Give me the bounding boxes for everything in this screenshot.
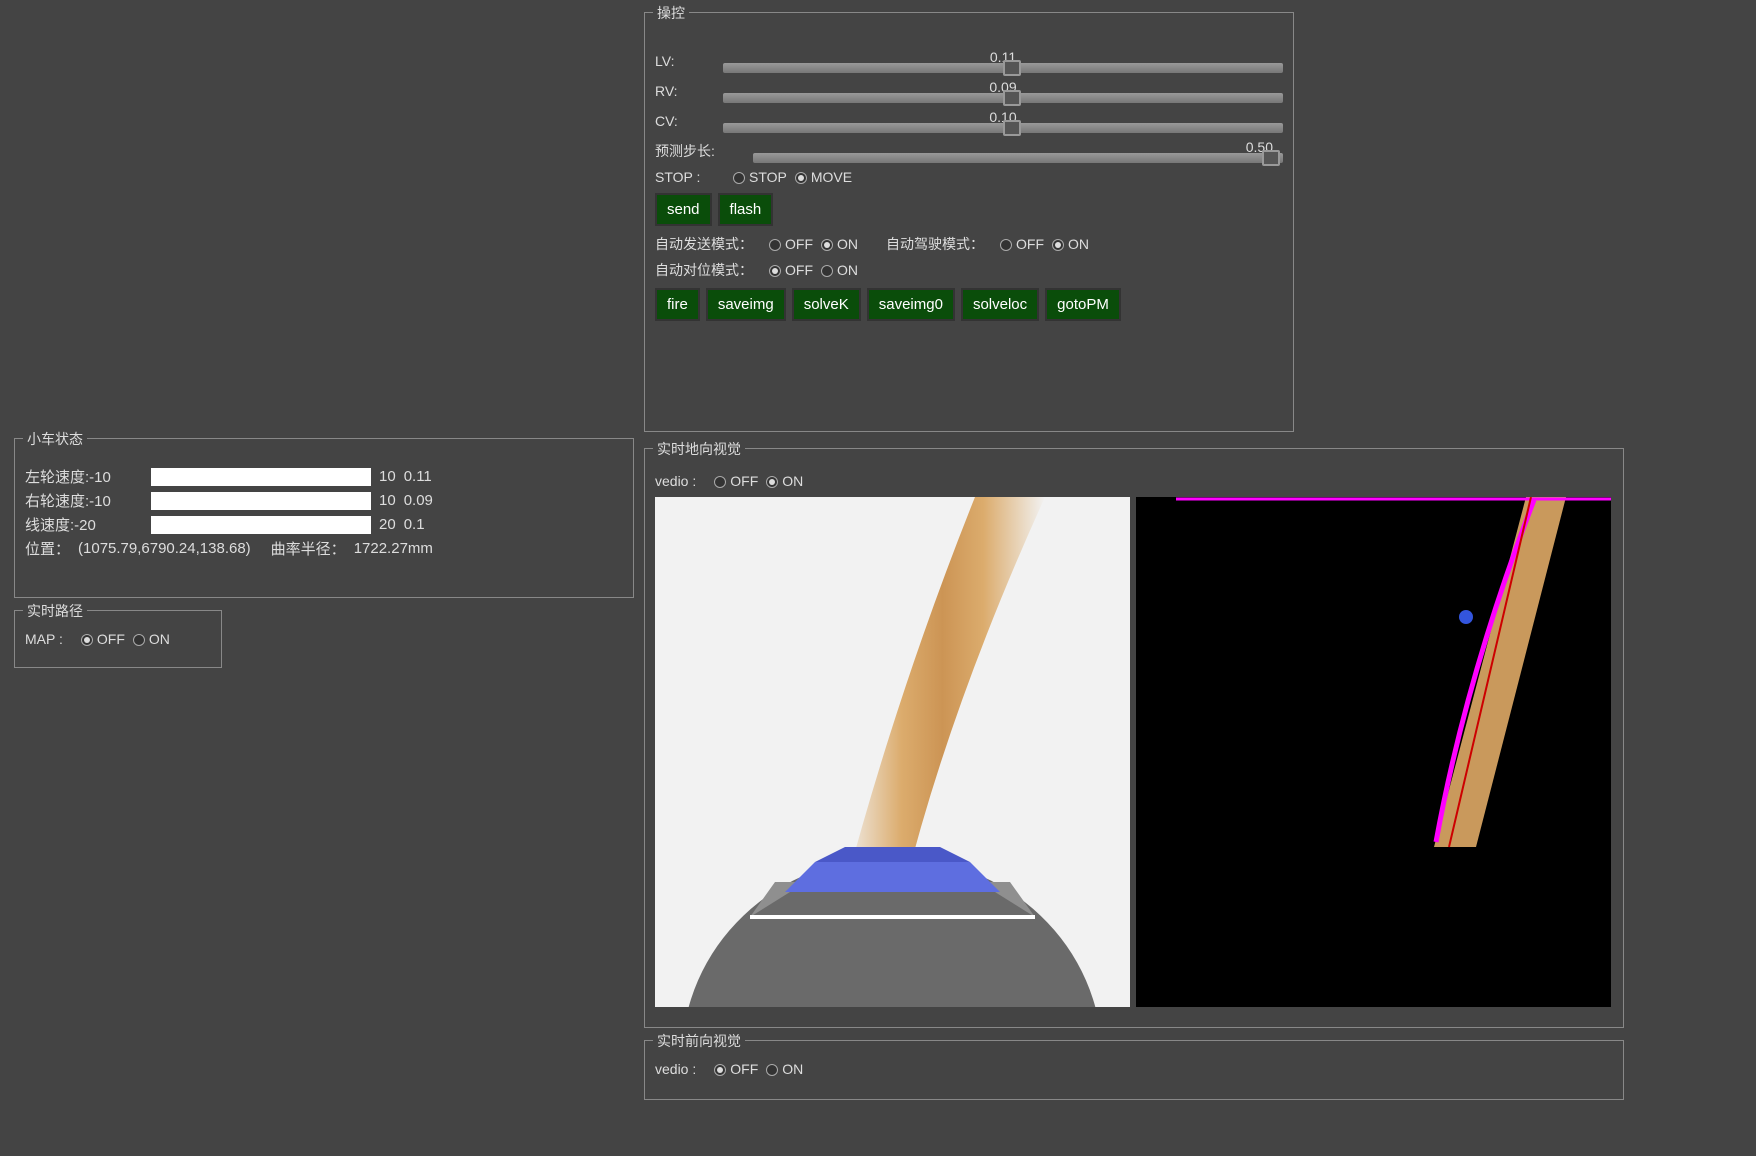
lv-slider[interactable]: 0.11	[723, 49, 1283, 73]
auto-align-row: 自动对位模式： OFF ON	[655, 260, 1283, 280]
saveimg0-button[interactable]: saveimg0	[867, 288, 955, 321]
position-row: 位置： (1075.79,6790.24,138.68) 曲率半径： 1722.…	[25, 538, 623, 559]
rv-slider-row: RV: 0.09	[655, 79, 1283, 103]
solvek-button[interactable]: solveK	[792, 288, 861, 321]
solveloc-button[interactable]: solveloc	[961, 288, 1039, 321]
control-panel-title: 操控	[653, 3, 689, 23]
linear-vel-bar	[151, 516, 371, 534]
ground-vision-panel: 实时地向视觉 vedio : OFF ON	[644, 448, 1624, 1028]
left-wheel-row: 左轮速度:-10 10 0.11	[25, 466, 623, 487]
auto-align-on-radio[interactable]	[821, 265, 833, 277]
cv-slider[interactable]: 0.10	[723, 109, 1283, 133]
ground-video-left	[655, 497, 1130, 1007]
left-wheel-label: 左轮速度:-10	[25, 466, 143, 487]
flash-button[interactable]: flash	[718, 193, 774, 226]
front-vedio-off-radio[interactable]	[714, 1064, 726, 1076]
linear-vel-label: 线速度:-20	[25, 514, 143, 535]
path-title: 实时路径	[23, 601, 87, 621]
send-button[interactable]: send	[655, 193, 712, 226]
position-value: (1075.79,6790.24,138.68)	[78, 540, 251, 557]
saveimg-button[interactable]: saveimg	[706, 288, 786, 321]
auto-send-row: 自动发送模式： OFF ON 自动驾驶模式： OFF ON	[655, 234, 1283, 254]
ground-vision-title: 实时地向视觉	[653, 439, 745, 459]
map-off-radio[interactable]	[81, 634, 93, 646]
cv-slider-row: CV: 0.10	[655, 109, 1283, 133]
step-label: 预测步长:	[655, 141, 745, 161]
linear-vel-row: 线速度:-20 20 0.1	[25, 514, 623, 535]
auto-drive-label: 自动驾驶模式：	[886, 234, 984, 254]
ground-vedio-off-radio[interactable]	[714, 476, 726, 488]
cv-label: CV:	[655, 113, 715, 129]
control-panel: 操控 LV: 0.11 RV: 0.09 CV: 0.10 预测步长: 0.50…	[644, 12, 1294, 432]
lv-slider-row: LV: 0.11	[655, 49, 1283, 73]
step-slider-row: 预测步长: 0.50	[655, 139, 1283, 163]
map-on-radio[interactable]	[133, 634, 145, 646]
auto-send-label: 自动发送模式：	[655, 234, 753, 254]
lv-label: LV:	[655, 53, 715, 69]
stop-label: STOP :	[655, 169, 715, 185]
auto-align-off-radio[interactable]	[769, 265, 781, 277]
right-wheel-bar	[151, 492, 371, 510]
stop-radio-stop[interactable]	[733, 172, 745, 184]
stop-radio-move[interactable]	[795, 172, 807, 184]
auto-drive-on-radio[interactable]	[1052, 239, 1064, 251]
fire-button[interactable]: fire	[655, 288, 700, 321]
position-label: 位置：	[25, 538, 70, 559]
ground-video-right	[1136, 497, 1611, 1007]
curvature-label: 曲率半径：	[271, 538, 346, 559]
car-status-panel: 小车状态 左轮速度:-10 10 0.11 右轮速度:-10 10 0.09 线…	[14, 438, 634, 598]
map-label: MAP :	[25, 631, 63, 647]
stop-row: STOP : STOP MOVE	[655, 169, 1283, 185]
step-slider[interactable]: 0.50	[753, 139, 1283, 163]
front-vedio-on-radio[interactable]	[766, 1064, 778, 1076]
auto-align-label: 自动对位模式：	[655, 260, 753, 280]
car-status-title: 小车状态	[23, 429, 87, 449]
front-vision-title: 实时前向视觉	[653, 1031, 745, 1051]
right-wheel-row: 右轮速度:-10 10 0.09	[25, 490, 623, 511]
gotopm-button[interactable]: gotoPM	[1045, 288, 1121, 321]
rv-label: RV:	[655, 83, 715, 99]
auto-send-on-radio[interactable]	[821, 239, 833, 251]
auto-send-off-radio[interactable]	[769, 239, 781, 251]
front-vision-panel: 实时前向视觉 vedio : OFF ON	[644, 1040, 1624, 1100]
ground-vedio-on-radio[interactable]	[766, 476, 778, 488]
right-wheel-label: 右轮速度:-10	[25, 490, 143, 511]
front-vedio-label: vedio :	[655, 1061, 696, 1077]
curvature-value: 1722.27mm	[354, 540, 433, 557]
auto-drive-off-radio[interactable]	[1000, 239, 1012, 251]
left-wheel-bar	[151, 468, 371, 486]
rv-slider[interactable]: 0.09	[723, 79, 1283, 103]
path-panel: 实时路径 MAP : OFF ON	[14, 610, 222, 668]
ground-vedio-label: vedio :	[655, 473, 696, 489]
